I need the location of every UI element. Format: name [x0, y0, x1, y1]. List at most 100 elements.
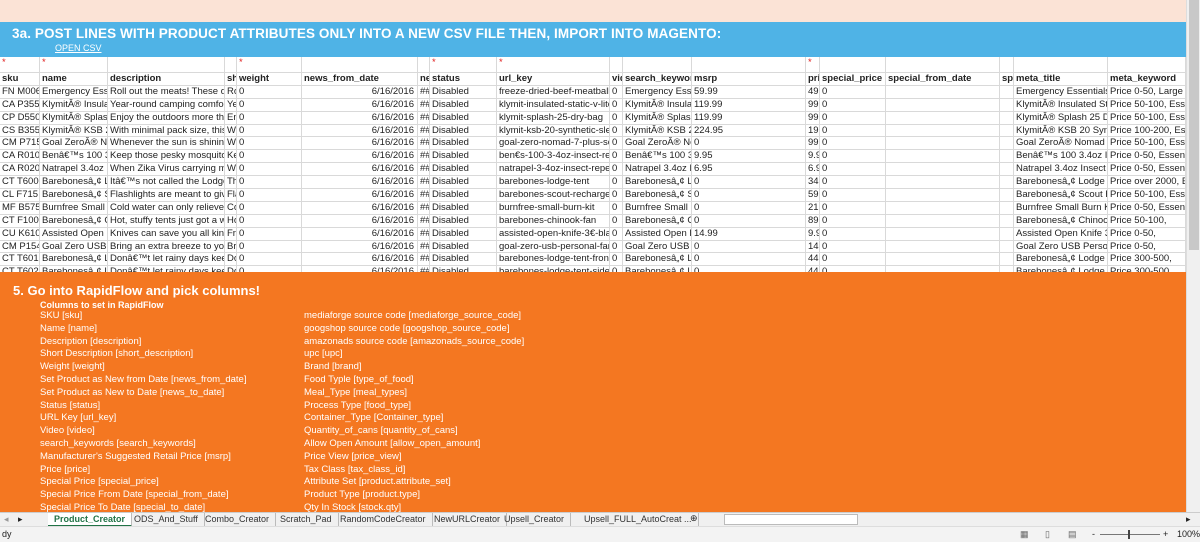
- cell-weight[interactable]: 0: [237, 214, 302, 227]
- zoom-slider[interactable]: [1100, 534, 1160, 535]
- cell-meta-title[interactable]: Barebonesâ„¢ Lodge Te: [1014, 176, 1108, 189]
- cell-url-key[interactable]: natrapel-3-4oz-insect-repell: [497, 163, 610, 176]
- cell-sku[interactable]: CA R020: [0, 163, 40, 176]
- required-marker-weight[interactable]: *: [237, 57, 302, 72]
- cell-url-key[interactable]: barebones-scout-rechargeab: [497, 189, 610, 201]
- cell-url-key[interactable]: klymit-splash-25-dry-bag: [497, 111, 610, 124]
- column-header-msrp[interactable]: msrp: [692, 73, 806, 85]
- cell-sku[interactable]: MF B575: [0, 201, 40, 214]
- required-marker-sku[interactable]: *: [0, 57, 40, 72]
- cell-news-from-date[interactable]: 6/16/2016: [302, 214, 418, 227]
- cell-sh[interactable]: Th: [225, 176, 237, 189]
- cell-meta-keyword[interactable]: Price 0-50, Essential: [1108, 201, 1186, 214]
- cell-vid[interactable]: 0: [610, 163, 623, 176]
- cell-search-keyword[interactable]: Goal Zero USB Pe: [623, 240, 692, 253]
- cell-sku[interactable]: CM P715: [0, 137, 40, 150]
- cell-pri[interactable]: 44!: [806, 253, 820, 266]
- scroll-thumb[interactable]: [1189, 0, 1199, 250]
- cell-url-key[interactable]: ben€s-100-3-4oz-insect-repe: [497, 150, 610, 163]
- cell-vid[interactable]: 0: [610, 111, 623, 124]
- cell-status[interactable]: Disabled: [430, 176, 497, 189]
- cell-sku[interactable]: CT T601: [0, 253, 40, 266]
- cell-description[interactable]: Keep those pesky mosquitoe: [108, 150, 225, 163]
- cell-pri[interactable]: 99.: [806, 137, 820, 150]
- required-marker-ne[interactable]: [418, 57, 430, 72]
- cell-weight[interactable]: 0: [237, 124, 302, 137]
- cell-name[interactable]: Assisted Open Kn: [40, 227, 108, 240]
- cell-news-from-date[interactable]: 6/16/2016: [302, 111, 418, 124]
- cell-search-keyword[interactable]: KlymitÂ® Insulat: [623, 98, 692, 111]
- cell-ne[interactable]: ##: [418, 137, 430, 150]
- column-header-url-key[interactable]: url_key: [497, 73, 610, 85]
- open-csv-link[interactable]: OPEN CSV: [55, 43, 102, 53]
- cell-sh[interactable]: Ro: [225, 85, 237, 98]
- column-header-sh[interactable]: sh: [225, 73, 237, 85]
- cell-status[interactable]: Disabled: [430, 150, 497, 163]
- cell-special-from-date[interactable]: [886, 163, 1000, 176]
- cell-status[interactable]: Disabled: [430, 124, 497, 137]
- cell-special-price[interactable]: 0: [820, 124, 886, 137]
- cell-meta-keyword[interactable]: Price 0-50,: [1108, 240, 1186, 253]
- cell-sh[interactable]: Ho: [225, 214, 237, 227]
- cell-name[interactable]: Natrapel 3.4oz In: [40, 163, 108, 176]
- cell-pri[interactable]: 9.9: [806, 150, 820, 163]
- cell-sh[interactable]: Wl: [225, 137, 237, 150]
- cell-status[interactable]: Disabled: [430, 137, 497, 150]
- required-marker-special-from-date[interactable]: [886, 57, 1000, 72]
- cell-msrp[interactable]: 119.99: [692, 111, 806, 124]
- cell-sku[interactable]: CA R010: [0, 150, 40, 163]
- cell-sp[interactable]: [1000, 201, 1014, 214]
- cell-meta-title[interactable]: Barebonesâ„¢ Scout Re: [1014, 189, 1108, 201]
- cell-search-keyword[interactable]: Barebonesâ„¢ Sc: [623, 189, 692, 201]
- cell-weight[interactable]: 0: [237, 98, 302, 111]
- column-header-search-keyword[interactable]: search_keyword: [623, 73, 692, 85]
- cell-meta-title[interactable]: Barebonesâ„¢ Chinook: [1014, 214, 1108, 227]
- required-marker-news-from-date[interactable]: [302, 57, 418, 72]
- cell-weight[interactable]: 0: [237, 137, 302, 150]
- cell-sp[interactable]: [1000, 85, 1014, 98]
- cell-special-price[interactable]: 0: [820, 163, 886, 176]
- cell-sp[interactable]: [1000, 124, 1014, 137]
- cell-special-price[interactable]: 0: [820, 150, 886, 163]
- zoom-slider-thumb[interactable]: [1128, 530, 1130, 539]
- cell-ne[interactable]: ##: [418, 111, 430, 124]
- cell-ne[interactable]: ##: [418, 176, 430, 189]
- cell-meta-title[interactable]: Burnfree Small Burn Kit: [1014, 201, 1108, 214]
- zoom-in-button[interactable]: +: [1163, 527, 1168, 542]
- cell-msrp[interactable]: 9.95: [692, 150, 806, 163]
- cell-meta-title[interactable]: Barebonesâ„¢ Lodge Te: [1014, 253, 1108, 266]
- cell-meta-keyword[interactable]: Price 50-100, Essent: [1108, 189, 1186, 201]
- cell-status[interactable]: Disabled: [430, 227, 497, 240]
- cell-msrp[interactable]: 0: [692, 189, 806, 201]
- cell-sku[interactable]: CL F715: [0, 189, 40, 201]
- cell-status[interactable]: Disabled: [430, 201, 497, 214]
- cell-pri[interactable]: 89.: [806, 214, 820, 227]
- cell-meta-title[interactable]: Goal ZeroÂ® Nomad 7 P: [1014, 137, 1108, 150]
- cell-special-from-date[interactable]: [886, 150, 1000, 163]
- column-header-meta-title[interactable]: meta_title: [1014, 73, 1108, 85]
- sheet-tab[interactable]: ODS_And_Stuff: [128, 513, 205, 527]
- cell-special-from-date[interactable]: [886, 214, 1000, 227]
- column-header-name[interactable]: name: [40, 73, 108, 85]
- cell-description[interactable]: Cold water can only relieve b: [108, 201, 225, 214]
- sheet-tab[interactable]: Product_Creator: [48, 513, 133, 527]
- column-header-pri[interactable]: pri: [806, 73, 820, 85]
- cell-url-key[interactable]: klymit-ksb-20-synthetic-slee: [497, 124, 610, 137]
- cell-ne[interactable]: ##: [418, 201, 430, 214]
- cell-description[interactable]: Itâ€™s not called the Lodge T: [108, 176, 225, 189]
- cell-special-from-date[interactable]: [886, 124, 1000, 137]
- cell-ne[interactable]: ##: [418, 189, 430, 201]
- cell-special-price[interactable]: 0: [820, 189, 886, 201]
- cell-sp[interactable]: [1000, 98, 1014, 111]
- cell-sh[interactable]: Ye: [225, 98, 237, 111]
- cell-sp[interactable]: [1000, 150, 1014, 163]
- cell-special-price[interactable]: 0: [820, 137, 886, 150]
- next-sheet-icon[interactable]: ▸: [18, 514, 23, 525]
- cell-sku[interactable]: CP D550: [0, 111, 40, 124]
- sheet-tab[interactable]: Upsell_Creator: [498, 513, 572, 527]
- cell-sh[interactable]: Do: [225, 253, 237, 266]
- cell-search-keyword[interactable]: Barebonesâ„¢ Lo: [623, 176, 692, 189]
- required-marker-search-keyword[interactable]: [623, 57, 692, 72]
- cell-news-from-date[interactable]: 6/16/2016: [302, 85, 418, 98]
- cell-meta-title[interactable]: KlymitÂ® Insulated Stat: [1014, 98, 1108, 111]
